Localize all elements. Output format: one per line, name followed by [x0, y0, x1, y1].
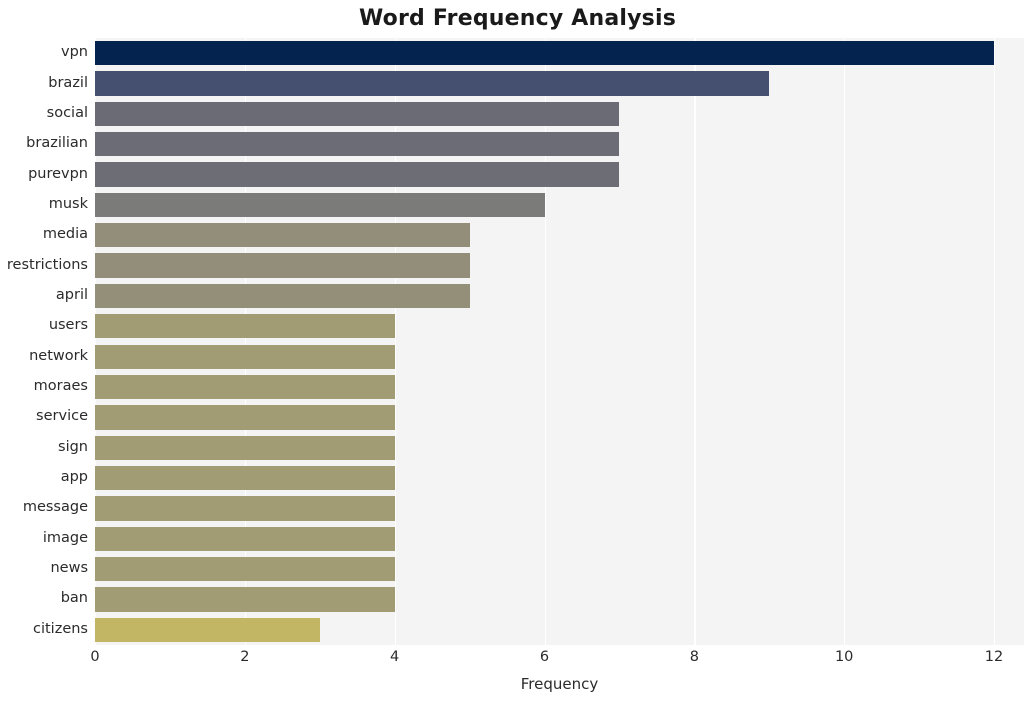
y-axis-label-social: social	[46, 104, 88, 121]
bar-network	[95, 344, 395, 369]
bar-image	[95, 526, 395, 551]
y-axis-tick-labels: vpn brazil social brazilian purevpn musk media…	[0, 38, 88, 645]
bar-app	[95, 465, 395, 491]
bar-row	[95, 132, 1024, 157]
bar-vpn	[95, 41, 995, 66]
x-tick-0: 0	[90, 649, 100, 665]
bar-restrictions	[95, 253, 470, 278]
bar-row	[95, 162, 1024, 187]
bar-musk	[95, 192, 545, 218]
y-axis-label-april: april	[55, 286, 88, 303]
bar-row	[95, 435, 1024, 460]
y-axis-label-message: message	[22, 499, 88, 516]
y-axis-label-app: app	[60, 469, 88, 486]
bar-social	[95, 101, 620, 126]
y-axis-label-musk: musk	[48, 195, 88, 212]
bar-citizens	[95, 617, 320, 642]
y-axis-label-news: news	[50, 560, 88, 577]
gridline-x-2	[244, 38, 247, 645]
bar-row	[95, 405, 1024, 430]
bar-moraes	[95, 374, 395, 400]
gridline-x-0	[95, 38, 97, 645]
x-tick-12: 12	[984, 649, 1004, 665]
x-tick-6: 6	[539, 649, 550, 665]
y-axis-label-moraes: moraes	[33, 378, 88, 395]
x-axis-tick-labels: 0 2 4 6 8 10 12	[90, 649, 1024, 672]
x-axis-title: Frequency	[520, 675, 599, 693]
bar-users	[95, 314, 395, 339]
bar-service	[95, 405, 395, 430]
y-axis-label-brazilian: brazilian	[26, 135, 88, 152]
gridline-x-12	[994, 38, 996, 645]
bar-media	[95, 223, 470, 248]
gridline-x-4	[394, 38, 396, 645]
bar-row	[95, 344, 1024, 369]
bar-row	[95, 71, 1024, 96]
bar-sign	[95, 435, 395, 460]
bar-row	[95, 253, 1024, 278]
bar-row	[95, 192, 1024, 218]
y-axis-label-users: users	[48, 317, 88, 334]
bar-purevpn	[95, 162, 620, 187]
x-tick-4: 4	[390, 649, 400, 665]
bar-row	[95, 223, 1024, 248]
page-title: Word Frequency Analysis	[358, 6, 677, 31]
x-tick-10: 10	[834, 649, 854, 665]
bar-row	[95, 314, 1024, 339]
bar-row	[95, 465, 1024, 491]
bar-ban	[95, 587, 395, 612]
y-axis-label-image: image	[42, 529, 88, 546]
word-frequency-chart-figure: Word Frequency Analysis vpn brazil social b…	[0, 0, 1035, 701]
bar-row	[95, 617, 1024, 642]
bar-row	[95, 101, 1024, 126]
y-axis-label-vpn: vpn	[61, 44, 88, 61]
gridline-x-10	[844, 38, 846, 645]
plot-area	[95, 38, 1024, 645]
bar-row	[95, 556, 1024, 582]
bar-april	[95, 283, 470, 309]
y-axis-label-purevpn: purevpn	[28, 165, 88, 182]
x-tick-8: 8	[689, 649, 699, 665]
bar-row	[95, 526, 1024, 551]
bar-row	[95, 283, 1024, 309]
y-axis-label-service: service	[36, 408, 88, 425]
y-axis-label-network: network	[29, 347, 88, 364]
bar-message	[95, 496, 395, 521]
gridline-x-6	[544, 38, 546, 645]
bar-row	[95, 41, 1024, 66]
bar-news	[95, 556, 395, 582]
gridline-x-8	[694, 38, 696, 645]
y-axis-label-ban: ban	[60, 590, 88, 607]
y-axis-label-brazil: brazil	[48, 74, 88, 91]
y-axis-label-restrictions: restrictions	[6, 256, 88, 273]
bar-brazilian	[95, 132, 620, 157]
bar-row	[95, 587, 1024, 612]
y-axis-label-sign: sign	[58, 438, 88, 455]
y-axis-label-citizens: citizens	[33, 620, 88, 637]
bar-row	[95, 496, 1024, 521]
bar-row	[95, 374, 1024, 400]
bar-brazil	[95, 71, 770, 96]
y-axis-label-media: media	[42, 226, 88, 243]
x-tick-2: 2	[240, 649, 250, 665]
